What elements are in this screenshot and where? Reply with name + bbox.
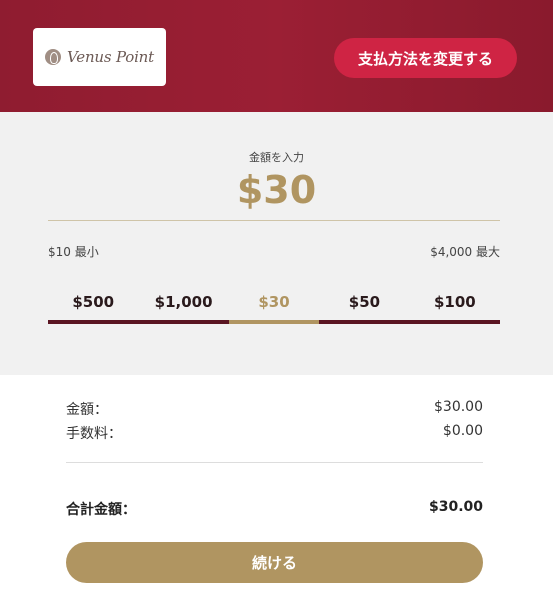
- preset-50-button[interactable]: $50: [319, 288, 410, 324]
- fee-row-label: 手数料：: [66, 426, 122, 442]
- venus-point-logo-icon: [45, 49, 62, 65]
- payment-summary: 金額： $30.00 手数料： $0.00 合計金額： $30.00 続ける: [0, 375, 553, 592]
- change-payment-method-button[interactable]: 支払方法を変更する: [334, 38, 517, 78]
- preset-100-button[interactable]: $100: [409, 288, 501, 324]
- logo-text: Venus Point: [67, 48, 154, 66]
- preset-amounts: $500 $1,000 $30 $50 $100: [48, 288, 501, 324]
- preset-30-button[interactable]: $30: [228, 288, 320, 324]
- amount-row-label: 金額：: [66, 402, 108, 418]
- header-bar: Venus Point 支払方法を変更する: [0, 0, 553, 112]
- total-row-value: $30.00: [428, 499, 483, 515]
- fee-row-value: $0.00: [442, 423, 483, 439]
- continue-button[interactable]: 続ける: [66, 542, 483, 583]
- min-amount-label: $10 最小: [48, 245, 99, 259]
- preset-1000-button[interactable]: $1,000: [138, 288, 229, 324]
- preset-500-button[interactable]: $500: [48, 288, 139, 324]
- fee-row: 手数料： $0.00: [66, 423, 483, 443]
- amount-row-value: $30.00: [434, 399, 483, 415]
- amount-input[interactable]: $30: [0, 168, 553, 212]
- amount-underline: [48, 220, 500, 221]
- amount-row: 金額： $30.00: [66, 399, 483, 419]
- amount-entry-section: 金額を入力 $30 $10 最小 $4,000 最大 $500 $1,000 $…: [0, 112, 553, 375]
- summary-divider: [66, 462, 483, 463]
- venus-point-logo: Venus Point: [33, 28, 166, 86]
- amount-input-label: 金額を入力: [249, 151, 304, 164]
- total-row: 合計金額： $30.00: [66, 499, 483, 519]
- max-amount-label: $4,000 最大: [430, 245, 500, 259]
- total-row-label: 合計金額：: [66, 502, 136, 518]
